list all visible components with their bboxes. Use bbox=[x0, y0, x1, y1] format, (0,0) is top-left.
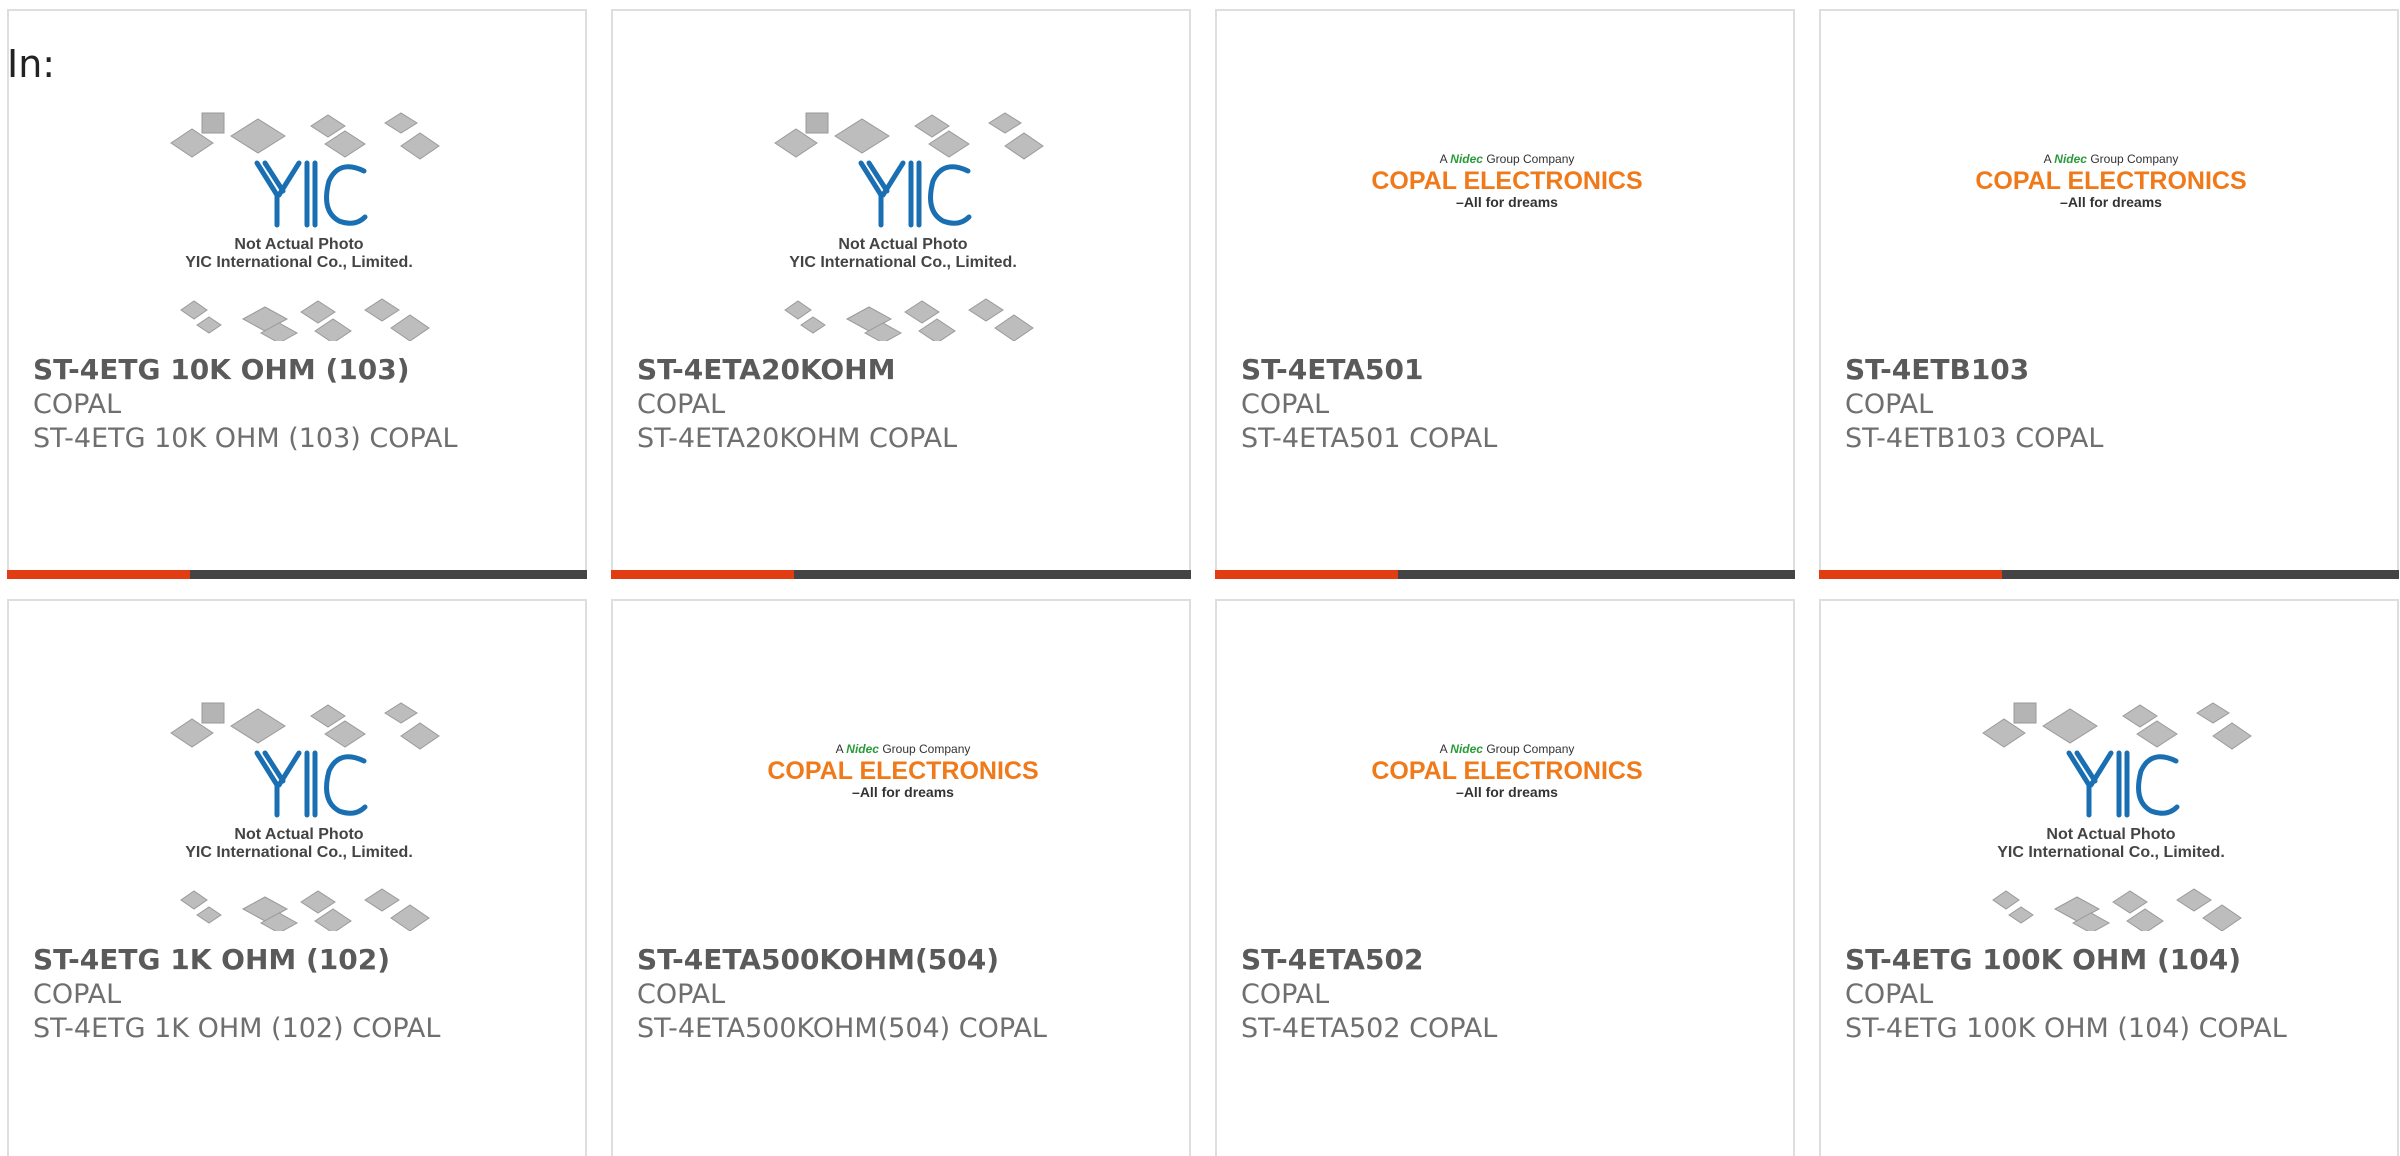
card-accent-highlight bbox=[611, 570, 794, 579]
product-image[interactable]: Not Actual Photo YIC International Co., … bbox=[9, 601, 585, 934]
product-card[interactable]: Not Actual Photo YIC International Co., … bbox=[7, 599, 587, 1156]
card-accent-bar bbox=[7, 570, 587, 579]
product-image[interactable]: A Nidec Group Company COPAL ELECTRONICS … bbox=[1821, 11, 2397, 341]
yic-logo-icon: Not Actual Photo YIC International Co., … bbox=[170, 702, 440, 934]
yic-logo-line2: YIC International Co., Limited. bbox=[185, 844, 413, 861]
in-label: In: bbox=[7, 42, 56, 86]
card-accent-bar bbox=[611, 570, 1191, 579]
copal-logo-name: COPAL ELECTRONICS bbox=[1371, 167, 1642, 195]
card-accent-highlight bbox=[1819, 570, 2002, 579]
product-title[interactable]: ST-4ETA500KOHM(504) bbox=[637, 943, 999, 976]
product-description: ST-4ETG 10K OHM (103) COPAL bbox=[33, 423, 458, 454]
product-card[interactable]: Not Actual Photo YIC International Co., … bbox=[611, 9, 1191, 579]
copal-logo-icon: A Nidec Group Company COPAL ELECTRONICS … bbox=[1371, 742, 1642, 800]
yic-logo-line2: YIC International Co., Limited. bbox=[185, 254, 413, 271]
product-brand: COPAL bbox=[33, 979, 122, 1010]
copal-logo-name: COPAL ELECTRONICS bbox=[1975, 167, 2246, 195]
product-title[interactable]: ST-4ETA502 bbox=[1241, 943, 1423, 976]
copal-logo-icon: A Nidec Group Company COPAL ELECTRONICS … bbox=[767, 742, 1038, 800]
product-description: ST-4ETA502 COPAL bbox=[1241, 1013, 1498, 1044]
product-card[interactable]: Not Actual Photo YIC International Co., … bbox=[7, 9, 587, 579]
copal-logo-name: COPAL ELECTRONICS bbox=[767, 757, 1038, 785]
yic-logo-line1: Not Actual Photo bbox=[838, 236, 967, 253]
copal-logo-slogan: –All for dreams bbox=[852, 784, 954, 800]
copal-logo-tagline: A Nidec Group Company bbox=[1440, 742, 1575, 756]
card-accent-bar bbox=[1215, 570, 1795, 579]
product-brand: COPAL bbox=[33, 389, 122, 420]
copal-logo-tagline: A Nidec Group Company bbox=[836, 742, 971, 756]
yic-logo-icon: Not Actual Photo YIC International Co., … bbox=[170, 112, 440, 344]
copal-logo-icon: A Nidec Group Company COPAL ELECTRONICS … bbox=[1371, 152, 1642, 210]
card-accent-highlight bbox=[7, 570, 190, 579]
product-card[interactable]: A Nidec Group Company COPAL ELECTRONICS … bbox=[1215, 599, 1795, 1156]
product-image[interactable]: Not Actual Photo YIC International Co., … bbox=[9, 11, 585, 344]
product-description: ST-4ETA500KOHM(504) COPAL bbox=[637, 1013, 1047, 1044]
product-card[interactable]: A Nidec Group Company COPAL ELECTRONICS … bbox=[1819, 9, 2399, 579]
product-title[interactable]: ST-4ETG 10K OHM (103) bbox=[33, 353, 410, 386]
product-title[interactable]: ST-4ETA20KOHM bbox=[637, 353, 895, 386]
product-description: ST-4ETG 1K OHM (102) COPAL bbox=[33, 1013, 441, 1044]
product-grid: Not Actual Photo YIC International Co., … bbox=[7, 9, 2400, 1156]
yic-logo-line1: Not Actual Photo bbox=[234, 236, 363, 253]
product-brand: COPAL bbox=[637, 979, 726, 1010]
product-brand: COPAL bbox=[1241, 389, 1330, 420]
copal-logo-slogan: –All for dreams bbox=[1456, 784, 1558, 800]
product-card[interactable]: Not Actual Photo YIC International Co., … bbox=[1819, 599, 2399, 1156]
product-card[interactable]: A Nidec Group Company COPAL ELECTRONICS … bbox=[611, 599, 1191, 1156]
copal-logo-tagline: A Nidec Group Company bbox=[2044, 152, 2179, 166]
product-image[interactable]: Not Actual Photo YIC International Co., … bbox=[613, 11, 1189, 344]
product-description: ST-4ETB103 COPAL bbox=[1845, 423, 2104, 454]
product-brand: COPAL bbox=[637, 389, 726, 420]
yic-logo-icon: Not Actual Photo YIC International Co., … bbox=[1982, 702, 2252, 934]
product-image[interactable]: A Nidec Group Company COPAL ELECTRONICS … bbox=[1217, 601, 1793, 931]
product-title[interactable]: ST-4ETG 1K OHM (102) bbox=[33, 943, 390, 976]
copal-logo-name: COPAL ELECTRONICS bbox=[1371, 757, 1642, 785]
copal-logo-icon: A Nidec Group Company COPAL ELECTRONICS … bbox=[1975, 152, 2246, 210]
card-accent-highlight bbox=[1215, 570, 1398, 579]
product-brand: COPAL bbox=[1845, 389, 1934, 420]
yic-logo-line1: Not Actual Photo bbox=[2046, 826, 2175, 843]
copal-logo-tagline: A Nidec Group Company bbox=[1440, 152, 1575, 166]
copal-logo-slogan: –All for dreams bbox=[2060, 194, 2162, 210]
yic-logo-icon: Not Actual Photo YIC International Co., … bbox=[774, 112, 1044, 344]
yic-logo-line2: YIC International Co., Limited. bbox=[789, 254, 1017, 271]
product-description: ST-4ETG 100K OHM (104) COPAL bbox=[1845, 1013, 2287, 1044]
yic-logo-line1: Not Actual Photo bbox=[234, 826, 363, 843]
product-image[interactable]: A Nidec Group Company COPAL ELECTRONICS … bbox=[613, 601, 1189, 931]
copal-logo-slogan: –All for dreams bbox=[1456, 194, 1558, 210]
product-card[interactable]: A Nidec Group Company COPAL ELECTRONICS … bbox=[1215, 9, 1795, 579]
product-image[interactable]: Not Actual Photo YIC International Co., … bbox=[1821, 601, 2397, 934]
product-brand: COPAL bbox=[1845, 979, 1934, 1010]
product-description: ST-4ETA501 COPAL bbox=[1241, 423, 1498, 454]
product-description: ST-4ETA20KOHM COPAL bbox=[637, 423, 958, 454]
card-accent-bar bbox=[1819, 570, 2399, 579]
product-brand: COPAL bbox=[1241, 979, 1330, 1010]
product-title[interactable]: ST-4ETG 100K OHM (104) bbox=[1845, 943, 2241, 976]
product-image[interactable]: A Nidec Group Company COPAL ELECTRONICS … bbox=[1217, 11, 1793, 341]
product-title[interactable]: ST-4ETA501 bbox=[1241, 353, 1423, 386]
yic-logo-line2: YIC International Co., Limited. bbox=[1997, 844, 2225, 861]
product-title[interactable]: ST-4ETB103 bbox=[1845, 353, 2029, 386]
